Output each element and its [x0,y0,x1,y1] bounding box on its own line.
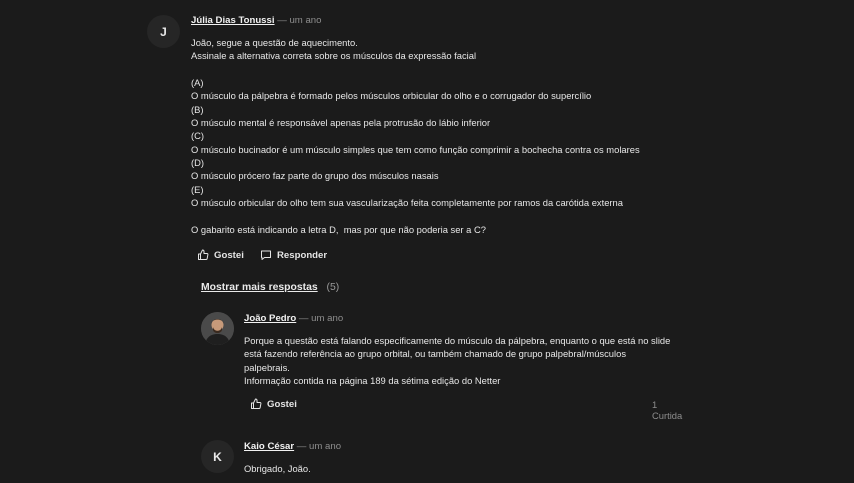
show-more-replies: Mostrar mais respostas (5) [201,282,339,293]
author-name[interactable]: Júlia Dias Tonussi [191,15,275,26]
comment-header: João Pedro — um ano [244,313,343,324]
author-name[interactable]: João Pedro [244,313,296,324]
comment-body: Porque a questão está falando especifica… [244,335,671,387]
avatar[interactable]: K [201,440,234,473]
show-more-replies-link[interactable]: Mostrar mais respostas [201,282,318,293]
comment-body: Obrigado, João. [244,463,311,474]
timestamp: — um ano [296,441,342,452]
reply-button[interactable]: Responder [260,249,327,261]
like-button[interactable]: Gostei [250,398,297,410]
speech-bubble-icon [261,250,271,260]
reaction-count[interactable]: 1 Curtida [652,399,682,421]
timestamp: — um ano [277,15,322,26]
like-label: Gostei [267,398,297,410]
timestamp: — um ano [298,313,344,324]
comment-body: João, segue a questão de aquecimento. As… [191,37,640,235]
avatar[interactable]: J [147,15,180,48]
author-name[interactable]: Kaio César [244,441,294,452]
replies-count: (5) [326,282,340,293]
person-photo-icon [201,312,234,345]
thumbs-up-icon [198,249,209,260]
comment-header: Kaio César — um ano [244,441,341,452]
like-button[interactable]: Gostei [197,249,244,261]
like-label: Gostei [214,249,244,261]
avatar[interactable] [201,312,234,345]
reply-label: Responder [277,249,328,261]
comment-header: Júlia Dias Tonussi — um ano [191,15,321,26]
thumbs-up-icon [251,398,262,409]
